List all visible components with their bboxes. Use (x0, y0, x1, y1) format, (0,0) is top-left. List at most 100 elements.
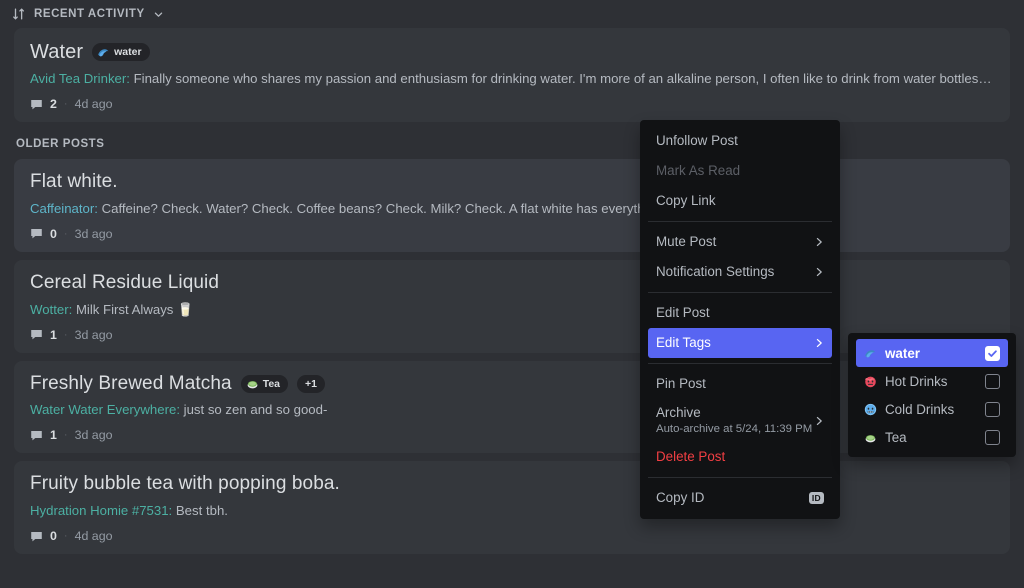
meta-separator: · (64, 228, 68, 240)
menu-item-label: Unfollow Post (656, 133, 738, 149)
menu-item-label: Copy ID (656, 490, 704, 506)
post-author: Water Water Everywhere: (30, 402, 180, 417)
tag-checkbox-cold-drinks[interactable] (985, 402, 1000, 417)
page-title: RECENT ACTIVITY (34, 8, 145, 20)
comment-icon (30, 429, 43, 442)
post-timestamp: 4d ago (75, 97, 113, 111)
id-badge: ID (809, 492, 824, 504)
post-preview-text: just so zen and so good- (184, 402, 328, 417)
menu-separator (648, 477, 832, 478)
submenu-item-tea[interactable]: Tea (856, 423, 1008, 451)
meta-separator: · (64, 329, 68, 341)
chevron-down-icon[interactable] (153, 9, 164, 20)
post-title-row: Flat white. (30, 171, 994, 194)
submenu-item-cold-drinks[interactable]: Cold Drinks (856, 395, 1008, 423)
menu-item-copy-id[interactable]: Copy ID ID (648, 483, 832, 513)
menu-item-label: Delete Post (656, 449, 725, 465)
menu-item-mute-post[interactable]: Mute Post (648, 227, 832, 257)
matcha-emoji (864, 431, 877, 444)
menu-item-delete-post[interactable]: Delete Post (648, 442, 832, 472)
tag-checkbox-water[interactable] (985, 346, 1000, 361)
post-title: Cereal Residue Liquid (30, 272, 219, 295)
comment-icon (30, 98, 43, 111)
post-meta: 0 · 3d ago (30, 227, 994, 241)
post-title-row: Cereal Residue Liquid (30, 272, 994, 295)
tag-checkbox-hot-drinks[interactable] (985, 374, 1000, 389)
submenu-item-label: Hot Drinks (885, 374, 977, 389)
post-tag-pill[interactable]: water (92, 43, 149, 61)
comment-icon (30, 530, 43, 543)
menu-item-unfollow-post[interactable]: Unfollow Post (648, 126, 832, 156)
post-preview-text: Milk First Always 🥛 (76, 302, 194, 317)
post-author: Avid Tea Drinker: (30, 71, 130, 86)
menu-item-label: Edit Post (656, 305, 710, 321)
post-context-menu: Unfollow Post Mark As Read Copy Link Mut… (640, 120, 840, 519)
menu-separator (648, 221, 832, 222)
post-timestamp: 3d ago (75, 428, 113, 442)
menu-separator (648, 363, 832, 364)
submenu-item-label: Tea (885, 430, 977, 445)
hot-face-emoji (864, 375, 877, 388)
comment-count: 0 (50, 529, 57, 543)
comment-count: 1 (50, 328, 57, 342)
menu-item-subtext: Auto-archive at 5/24, 11:39 PM (656, 422, 812, 436)
menu-separator (648, 292, 832, 293)
chevron-right-icon (814, 338, 824, 348)
menu-item-copy-link[interactable]: Copy Link (648, 186, 832, 216)
post-author: Hydration Homie #7531: (30, 503, 172, 518)
post-tag-label: Tea (263, 378, 280, 390)
menu-item-label: Edit Tags (656, 335, 711, 351)
post-card[interactable]: Fruity bubble tea with popping boba. Hyd… (14, 461, 1010, 554)
older-posts-label: OLDER POSTS (14, 130, 1010, 159)
menu-item-pin-post[interactable]: Pin Post (648, 369, 832, 399)
post-preview-text: Caffeine? Check. Water? Check. Coffee be… (102, 201, 709, 216)
menu-item-notification-settings[interactable]: Notification Settings (648, 257, 832, 287)
meta-separator: · (64, 429, 68, 441)
submenu-item-water[interactable]: water (856, 339, 1008, 367)
submenu-item-label: Cold Drinks (885, 402, 977, 417)
post-tag-overflow[interactable]: +1 (297, 375, 325, 393)
submenu-item-hot-drinks[interactable]: Hot Drinks (856, 367, 1008, 395)
menu-item-edit-post[interactable]: Edit Post (648, 298, 832, 328)
post-card[interactable]: Water water Avid Tea Drinker: Finally so… (14, 28, 1010, 122)
menu-item-label: Notification Settings (656, 264, 774, 280)
post-tag-overflow-label: +1 (305, 378, 317, 390)
chevron-right-icon (814, 237, 824, 247)
menu-item-mark-as-read: Mark As Read (648, 156, 832, 186)
post-card[interactable]: Flat white. Caffeinator: Caffeine? Check… (14, 159, 1010, 252)
post-author: Caffeinator: (30, 201, 98, 216)
post-preview: Hydration Homie #7531: Best tbh. (30, 502, 994, 519)
post-title: Flat white. (30, 171, 118, 194)
post-title: Fruity bubble tea with popping boba. (30, 473, 340, 496)
tag-checkbox-tea[interactable] (985, 430, 1000, 445)
menu-item-label: Pin Post (656, 376, 706, 392)
wave-emoji (97, 46, 110, 59)
post-meta: 2 · 4d ago (30, 97, 994, 111)
post-tag-pill[interactable]: Tea (241, 375, 288, 393)
post-preview: Wotter: Milk First Always 🥛 (30, 301, 994, 318)
comment-count: 1 (50, 428, 57, 442)
sort-arrows-icon[interactable] (12, 7, 26, 21)
comment-count: 0 (50, 227, 57, 241)
meta-separator: · (64, 98, 68, 110)
menu-item-label: Archive (656, 405, 812, 421)
post-title-row: Fruity bubble tea with popping boba. (30, 473, 994, 496)
menu-item-label: Copy Link (656, 193, 716, 209)
menu-item-archive[interactable]: Archive Auto-archive at 5/24, 11:39 PM (648, 399, 832, 442)
post-preview: Caffeinator: Caffeine? Check. Water? Che… (30, 200, 994, 217)
wave-emoji (864, 347, 877, 360)
activity-feed-app: RECENT ACTIVITY Water water (0, 0, 1024, 588)
post-title: Freshly Brewed Matcha (30, 373, 232, 396)
comment-count: 2 (50, 97, 57, 111)
comment-icon (30, 328, 43, 341)
edit-tags-submenu: water Hot Drinks (848, 333, 1016, 457)
comment-icon (30, 227, 43, 240)
cold-face-emoji (864, 403, 877, 416)
menu-item-edit-tags[interactable]: Edit Tags (648, 328, 832, 358)
post-preview-text: Best tbh. (176, 503, 228, 518)
post-title-row: Water water (30, 40, 994, 64)
meta-separator: · (64, 530, 68, 542)
chevron-right-icon (814, 267, 824, 277)
chevron-right-icon (814, 416, 824, 426)
post-meta: 0 · 4d ago (30, 529, 994, 543)
